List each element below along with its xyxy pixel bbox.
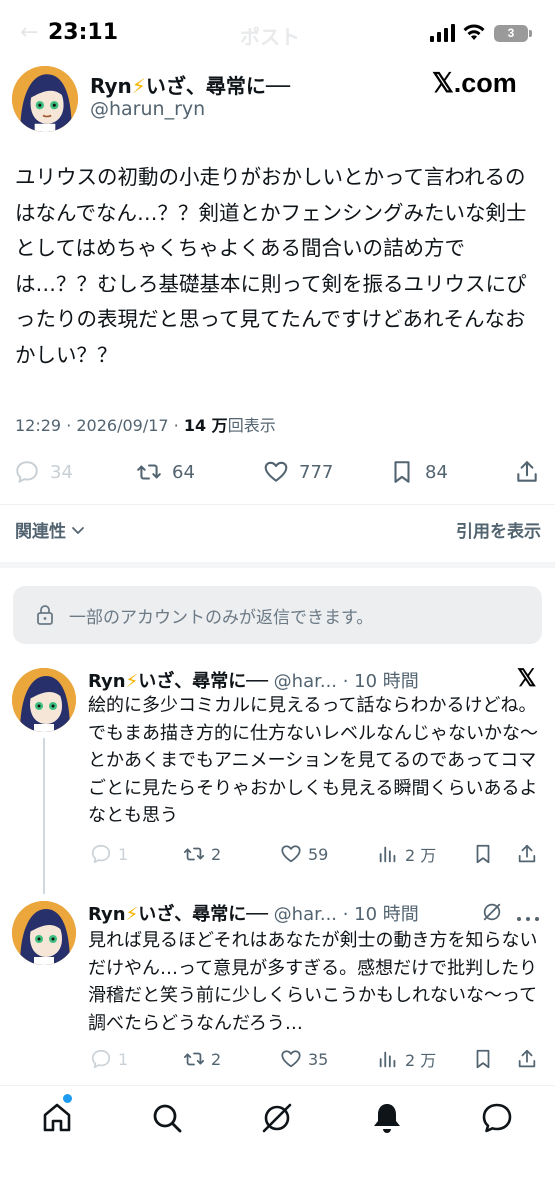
views-icon	[379, 1051, 396, 1068]
bookmark-icon	[394, 461, 410, 483]
bookmark-icon	[476, 1049, 490, 1069]
views-icon	[379, 846, 396, 863]
bottom-nav	[0, 1085, 555, 1200]
reply-header: Ryn⚡いざ、尋常に── @har... · 10 時間	[88, 904, 419, 925]
search-icon[interactable]	[150, 1101, 184, 1135]
share-icon	[518, 1049, 536, 1068]
back-icon[interactable]: ←	[20, 20, 38, 45]
heart-icon	[264, 461, 288, 482]
tweet-meta: 12:29 · 2026/09/17 · 14 万回表示	[15, 412, 276, 436]
battery-indicator: 3	[494, 25, 528, 42]
thread-connector	[43, 738, 45, 894]
view-label: 回表示	[227, 416, 276, 435]
reply-button[interactable]: 1	[90, 838, 128, 870]
share-button[interactable]	[516, 1043, 538, 1075]
reply-actions: 1 2 59 2 万	[0, 838, 555, 870]
repost-button[interactable]: 64	[136, 452, 195, 492]
status-bar: ← ポスト 23:11 3	[0, 0, 555, 62]
reply-author-name[interactable]: Ryn	[88, 904, 126, 925]
bookmark-button[interactable]	[472, 1043, 494, 1075]
repost-button[interactable]: 2	[183, 838, 221, 870]
chevron-down-icon	[72, 526, 84, 534]
author-name[interactable]: Ryn⚡いざ、尋常に──	[90, 70, 290, 99]
reply-restriction-notice: 一部のアカウントのみが返信できます。	[13, 586, 542, 644]
reply-header: Ryn⚡いざ、尋常に── @har... · 10 時間	[88, 671, 419, 692]
divider	[0, 504, 555, 505]
header-title: ポスト	[240, 25, 300, 49]
reply-author-avatar[interactable]	[12, 668, 76, 732]
message-icon[interactable]	[480, 1101, 514, 1135]
reply-icon	[16, 461, 38, 483]
share-button[interactable]	[514, 452, 540, 492]
bookmark-icon	[476, 844, 490, 864]
like-button[interactable]: 35	[280, 1043, 328, 1075]
author-handle[interactable]: @harun_ryn	[90, 98, 205, 120]
reply-button[interactable]: 34	[14, 452, 73, 492]
reply-author-name[interactable]: Ryn	[88, 671, 126, 692]
views-button[interactable]: 2 万	[377, 1043, 436, 1075]
repost-icon	[183, 847, 205, 861]
wifi-icon	[462, 22, 486, 42]
heart-icon	[281, 845, 301, 863]
tweet-actions: 34 64 777 84	[0, 452, 555, 492]
tweet-timestamp[interactable]: 12:29 · 2026/09/17 ·	[15, 416, 184, 435]
reply-text: 見れば見るほどそれはあなたが剣士の動き方を知らないだけやん…って意見が多すぎる。…	[88, 930, 538, 1034]
more-icon[interactable]	[515, 908, 541, 921]
x-logo-icon: 𝕏	[517, 665, 537, 692]
home-icon[interactable]	[40, 1101, 74, 1135]
bookmark-button[interactable]	[472, 838, 494, 870]
reply-actions: 1 2 35 2 万	[0, 1043, 555, 1075]
lock-icon	[37, 605, 53, 625]
view-count: 14 万	[183, 416, 228, 435]
battery-nub	[529, 30, 532, 37]
reply-icon	[91, 844, 111, 864]
grok-icon[interactable]	[481, 901, 503, 923]
author-avatar[interactable]	[12, 66, 78, 132]
like-button[interactable]: 777	[263, 452, 333, 492]
grok-icon[interactable]	[260, 1101, 294, 1135]
repost-icon	[183, 1052, 205, 1066]
like-button[interactable]: 59	[280, 838, 328, 870]
x-com-logo: 𝕏.com	[432, 68, 517, 98]
status-time: 23:11	[48, 20, 119, 45]
reply-author-avatar[interactable]	[12, 901, 76, 965]
share-button[interactable]	[516, 838, 538, 870]
reply-handle-time[interactable]: @har... · 10 時間	[268, 904, 419, 925]
repost-button[interactable]: 2	[183, 1043, 221, 1075]
reply-button[interactable]: 1	[90, 1043, 128, 1075]
views-button[interactable]: 2 万	[377, 838, 436, 870]
heart-icon	[281, 1050, 301, 1068]
share-icon	[517, 461, 537, 482]
signal-icon	[430, 24, 456, 42]
sort-related-dropdown[interactable]: 関連性	[15, 517, 86, 542]
share-icon	[518, 844, 536, 863]
bell-icon[interactable]	[370, 1101, 404, 1135]
tweet-text: ユリウスの初動の小走りがおかしいとかって言われるのはなんでなん…？？剣道とかフェ…	[15, 165, 527, 367]
reply-handle-time[interactable]: @har... · 10 時間	[268, 671, 419, 692]
reply-icon	[91, 1049, 111, 1069]
repost-icon	[137, 464, 161, 480]
bookmark-button[interactable]: 84	[389, 452, 448, 492]
section-divider	[0, 562, 555, 568]
view-quotes-link[interactable]: 引用を表示	[456, 517, 541, 542]
notification-dot	[63, 1094, 72, 1103]
reply-text: 絵的に多少コミカルに見えるって話ならわかるけどね。でもまあ描き方的に仕方ないレベ…	[88, 695, 538, 826]
